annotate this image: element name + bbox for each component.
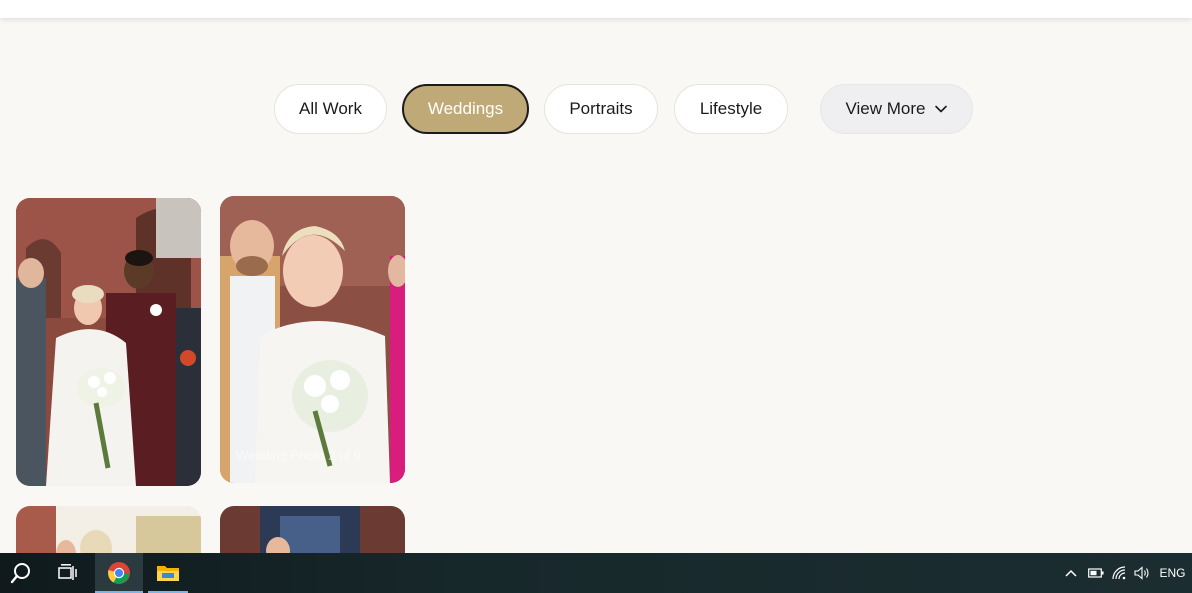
view-more-button[interactable]: View More <box>820 84 973 134</box>
filter-label: Portraits <box>569 99 633 118</box>
tray-overflow-button[interactable] <box>1060 553 1082 593</box>
wedding-photo-2-image <box>220 196 405 483</box>
wedding-photo-2[interactable]: Wedding Photo 2 of 9 <box>220 196 405 483</box>
tray-volume-button[interactable] <box>1131 553 1153 593</box>
wedding-photo-1-image <box>16 198 201 486</box>
top-header-bar <box>0 0 1192 18</box>
tray-network-button[interactable] <box>1109 553 1131 593</box>
view-more-label: View More <box>845 99 926 118</box>
taskbar-search-button[interactable] <box>0 553 42 593</box>
wifi-icon <box>1112 566 1126 580</box>
filter-all-work[interactable]: All Work <box>274 84 387 134</box>
filter-label: Lifestyle <box>699 99 763 118</box>
language-indicator: ENG <box>1159 566 1186 580</box>
taskbar-file-explorer-button[interactable] <box>148 553 188 593</box>
filter-label: Weddings <box>427 99 504 118</box>
taskbar-chrome-button[interactable] <box>95 553 143 593</box>
wedding-photo-1[interactable] <box>16 198 201 486</box>
file-explorer-icon <box>157 566 179 581</box>
chevron-up-icon <box>1065 569 1077 577</box>
filter-weddings[interactable]: Weddings <box>402 84 529 134</box>
photo-caption: Wedding Photo 2 of 9 <box>236 448 361 463</box>
chevron-down-icon <box>934 105 947 113</box>
filter-lifestyle[interactable]: Lifestyle <box>674 84 788 134</box>
taskbar-task-view-button[interactable] <box>46 553 90 593</box>
filter-bar: All Work Weddings Portraits Lifestyle Vi… <box>0 84 1192 134</box>
volume-icon <box>1134 566 1149 580</box>
filter-label: All Work <box>299 99 362 118</box>
filter-portraits[interactable]: Portraits <box>544 84 658 134</box>
search-icon <box>10 563 30 584</box>
battery-icon <box>1088 568 1104 578</box>
tray-language-button[interactable]: ENG <box>1155 553 1190 593</box>
chrome-icon <box>108 562 130 584</box>
tray-battery-button[interactable] <box>1085 553 1107 593</box>
windows-taskbar: ENG <box>0 553 1192 593</box>
task-view-icon <box>58 564 77 580</box>
